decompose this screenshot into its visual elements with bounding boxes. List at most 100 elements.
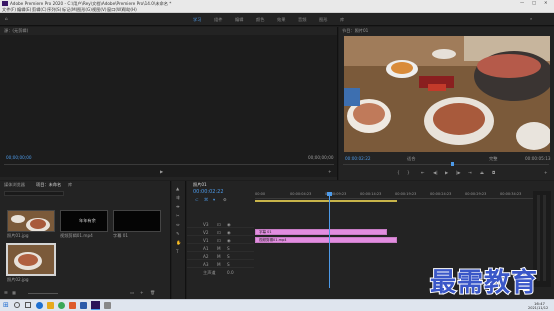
workspace-learn[interactable]: 学习 [193,17,201,22]
mute-icon[interactable]: M [217,262,221,267]
thumbnail-title01[interactable] [113,210,161,232]
program-video-frame[interactable] [344,36,550,152]
pen-tool-icon[interactable]: ✎ [176,231,180,236]
go-to-in-icon[interactable]: ⇤ [421,170,425,175]
go-to-out-icon[interactable]: ⇥ [468,170,472,175]
icon-view-icon[interactable]: ▦ [12,290,16,295]
premiere-taskbar-icon[interactable] [91,301,100,310]
eye-icon[interactable]: ◉ [227,222,231,227]
workspace-assembly[interactable]: 组件 [214,17,222,22]
workspace-libraries[interactable]: 库 [340,17,344,22]
workspace-audio[interactable]: 音频 [298,17,306,22]
list-view-icon[interactable]: ☰ [4,290,8,295]
program-fit[interactable]: 适合 [407,156,415,161]
add-marker-icon[interactable]: ▾ [213,197,215,202]
home-icon[interactable]: ⌂ [5,16,8,21]
project-tab-media-browser[interactable]: 媒体浏览器 [4,182,25,187]
timeline-tab[interactable]: 照片01 [193,182,207,187]
step-forward-icon[interactable]: |▶ [456,170,461,175]
menu-graphics[interactable]: 图形(G) [77,7,92,12]
master-value[interactable]: 0.0 [227,270,234,275]
menu-file[interactable]: 文件(F) [2,7,16,12]
track-select-tool-icon[interactable]: ⇶ [176,195,180,200]
razor-tool-icon[interactable]: ✂ [176,213,180,218]
thumbnail-photo02[interactable] [6,243,56,276]
track-name[interactable]: A1 [203,246,209,251]
source-viewer[interactable] [0,35,337,177]
program-quality[interactable]: 完整 [489,156,497,161]
track-name[interactable]: V3 [203,222,209,227]
workspace-color[interactable]: 颜色 [256,17,264,22]
mute-icon[interactable]: M [217,254,221,259]
task-view-icon[interactable] [25,302,31,308]
menu-marker[interactable]: 标记(M) [62,7,77,12]
app-icon[interactable] [104,302,111,309]
solo-icon[interactable]: S [227,262,230,267]
hand-tool-icon[interactable]: ✋ [176,240,181,245]
source-scrubber[interactable] [4,164,334,165]
thumbnail-video01[interactable]: 年年有余 [60,210,108,232]
clip-title01[interactable]: 字幕 01 [255,229,387,235]
play-icon[interactable]: ▶ [445,170,448,175]
menu-window[interactable]: 窗口(W) [107,7,123,12]
program-tab[interactable]: 节目：照片01 [342,28,368,33]
solo-icon[interactable]: S [227,254,230,259]
eye-icon[interactable]: ◉ [227,238,231,243]
track-name[interactable]: A2 [203,254,209,259]
project-search-input[interactable] [4,191,64,196]
type-tool-icon[interactable]: T [176,249,179,254]
lock-icon[interactable]: ⊡ [217,238,221,243]
program-scrubber[interactable] [343,164,549,165]
workspace-editing[interactable]: 编辑 [235,17,243,22]
wrench-icon[interactable]: ⚙ [223,197,227,202]
thumbnail-photo01[interactable] [7,210,55,232]
minimize-icon[interactable]: — [520,0,524,5]
step-back-icon[interactable]: ◀| [433,170,438,175]
new-item-icon[interactable]: + [140,290,144,295]
track-name[interactable]: V1 [203,238,209,243]
solo-icon[interactable]: S [227,246,230,251]
new-bin-icon[interactable]: ▭ [130,290,134,295]
menu-sequence[interactable]: 序列(S) [47,7,61,12]
camera-icon[interactable]: ◘ [492,170,495,175]
work-area-bar[interactable] [255,200,397,202]
edge-icon[interactable] [36,302,43,309]
trash-icon[interactable]: 🗑 [150,290,155,295]
project-tab-libraries[interactable]: 库 [68,182,72,187]
source-play-icon[interactable]: ▶ [160,169,163,174]
lift-icon[interactable]: ⏏ [480,170,484,175]
playhead-handle[interactable] [327,192,332,196]
start-icon[interactable]: ⊞ [3,302,9,309]
program-timecode[interactable]: 00:00:02:22 [345,156,371,161]
project-tab-project[interactable]: 项目：未命名 [36,182,61,187]
search-icon[interactable]: ⌕ [530,16,532,21]
timeline-ruler[interactable]: 00:00 00:00:04:23 00:00:09:23 00:00:14:2… [255,192,535,199]
eye-icon[interactable]: ◉ [227,230,231,235]
lock-icon[interactable]: ⊡ [217,230,221,235]
program-playhead[interactable] [451,162,454,166]
chrome-icon[interactable] [58,302,65,309]
source-tab[interactable]: 源：(无剪辑) [4,28,28,33]
zoom-slider[interactable] [28,293,58,294]
menu-view[interactable]: 视图(V) [92,7,107,12]
clip-video01[interactable]: 视频剪辑01.mp4 [255,237,397,243]
menu-help[interactable]: 帮助(H) [122,7,137,12]
timeline-playhead[interactable] [329,192,330,288]
workspace-effects[interactable]: 效果 [277,17,285,22]
close-icon[interactable]: ✕ [544,0,548,5]
search-taskbar-icon[interactable] [14,302,20,308]
lock-icon[interactable]: ⊡ [217,222,221,227]
explorer-icon[interactable] [47,302,54,309]
mark-in-icon[interactable]: { [397,170,400,175]
mute-icon[interactable]: M [217,246,221,251]
slip-tool-icon[interactable]: ⇔ [176,222,180,227]
ripple-edit-tool-icon[interactable]: ⇼ [176,204,180,209]
timeline-timecode[interactable]: 00:00:02:22 [193,190,224,195]
program-add-icon[interactable]: + [544,170,548,175]
track-name[interactable]: A3 [203,262,209,267]
workspace-graphics[interactable]: 图形 [319,17,327,22]
track-name[interactable]: V2 [203,230,209,235]
word-icon[interactable] [80,302,87,309]
snap-icon[interactable]: ⊂ [195,197,199,202]
clock-date[interactable]: 2021/11/12 [528,306,548,311]
